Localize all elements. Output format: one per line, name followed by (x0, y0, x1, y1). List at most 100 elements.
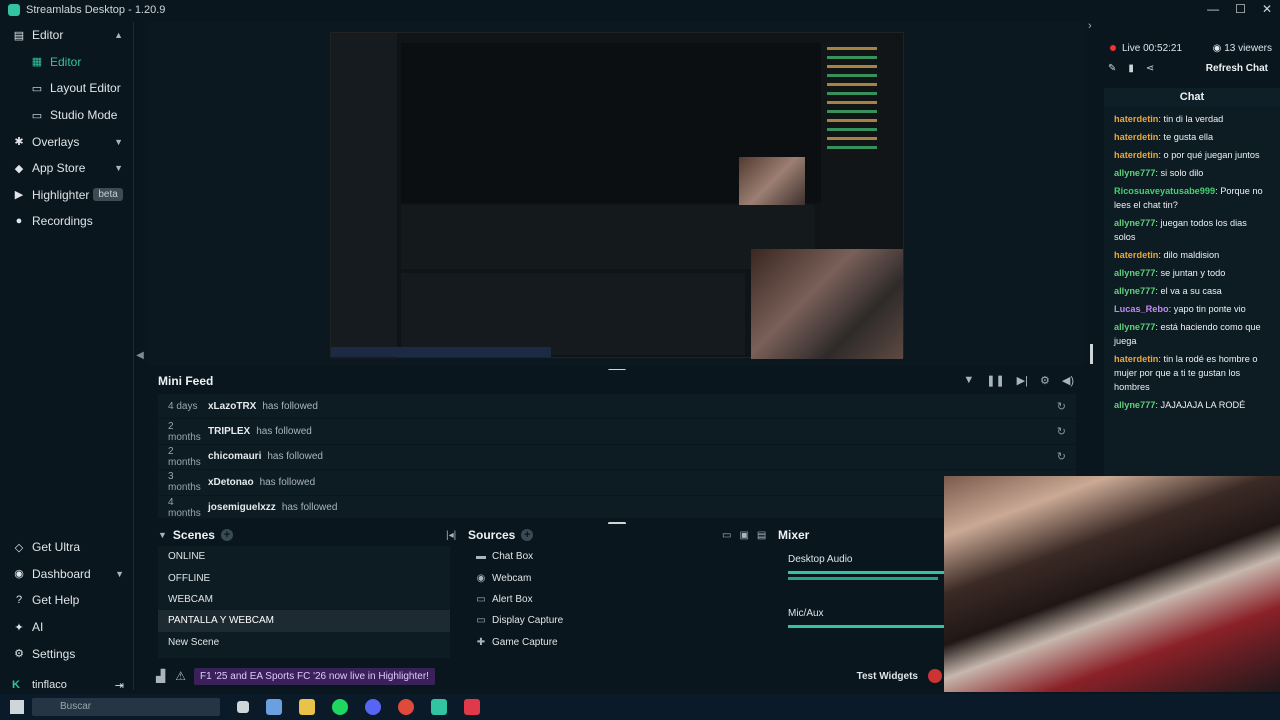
app-taskbar-icon[interactable] (464, 699, 480, 715)
sidebar-item-dashboard[interactable]: ◉ Dashboard ▼ (0, 561, 134, 588)
sidebar-item-editor-group[interactable]: ▤ Editor ▲ (0, 22, 133, 49)
discord-icon[interactable] (365, 699, 381, 715)
settings-icon[interactable]: ⚙ (1040, 374, 1050, 387)
add-scene-icon[interactable]: + (220, 529, 233, 541)
editor-icon: ▦ (31, 56, 43, 69)
test-widgets-button[interactable]: Test Widgets (857, 671, 918, 682)
sidebar-item-layout-editor[interactable]: ▭ Layout Editor (0, 75, 133, 102)
chat-text: yapo tin ponte vio (1173, 304, 1246, 314)
source-item[interactable]: ▬ Chat Box (466, 546, 764, 567)
filter-icon[interactable]: ▼ (963, 374, 974, 387)
chat-username[interactable]: Ricosuaveyatusabe999 (1114, 186, 1215, 196)
logout-icon[interactable]: ⇥ (115, 679, 124, 692)
ai-icon: ✦ (14, 621, 24, 634)
folder-icon[interactable]: ▭ (722, 530, 731, 541)
sidebar-item-label: Editor (50, 54, 82, 69)
feed-user: josemiguelxzz (208, 502, 276, 514)
chat-text: JAJAJAJA LA RODÉ (1160, 400, 1246, 410)
replay-icon[interactable]: ↻ (1057, 425, 1066, 438)
copilot-icon[interactable] (266, 699, 282, 715)
chat-username[interactable]: allyne777 (1114, 286, 1155, 296)
monitor-icon: ▭ (476, 615, 486, 627)
live-status: Live 00:52:21 (1122, 42, 1183, 54)
taskbar-search[interactable]: Buscar (32, 698, 220, 716)
minimize-icon[interactable]: — (1207, 2, 1219, 16)
chevron-right-icon[interactable]: › (1088, 20, 1092, 32)
scene-item[interactable]: OFFLINE (158, 567, 450, 588)
chevron-down-icon: ▼ (114, 163, 123, 174)
skip-icon[interactable]: ▶| (1017, 374, 1028, 387)
notification-banner[interactable]: F1 '25 and EA Sports FC '26 now live in … (194, 667, 435, 685)
windows-start-icon[interactable] (10, 700, 24, 714)
notifications-icon[interactable]: ⚠ (175, 669, 186, 683)
source-item[interactable]: ✚ Game Capture (466, 632, 764, 653)
gear-icon: ⚙ (14, 648, 24, 661)
group-icon[interactable]: ▣ (739, 530, 748, 541)
share-icon[interactable]: ⋖ (1146, 63, 1154, 74)
sidebar-item-get-help[interactable]: ? Get Help (0, 587, 134, 614)
overlays-icon: ✱ (14, 136, 24, 149)
spotify-icon[interactable] (332, 699, 348, 715)
chat-username[interactable]: Lucas_Rebo (1114, 304, 1169, 314)
chat-username[interactable]: haterdetin (1114, 132, 1158, 142)
chat-username[interactable]: allyne777 (1114, 322, 1155, 332)
live-dot-icon (1110, 45, 1116, 51)
volume-slider[interactable] (788, 577, 938, 580)
record-button[interactable] (928, 669, 942, 683)
mixer-channel-name: Mic/Aux (788, 608, 824, 619)
stats-icon[interactable]: ▟ (156, 669, 165, 683)
scene-item-selected[interactable]: PANTALLA Y WEBCAM (158, 610, 450, 632)
scene-item[interactable]: New Scene (158, 632, 450, 653)
task-view-icon[interactable] (237, 701, 249, 713)
source-item[interactable]: ▭ Alert Box (466, 589, 764, 610)
edit-icon[interactable]: ✎ (1108, 63, 1116, 74)
streamlabs-taskbar-icon[interactable] (431, 699, 447, 715)
scene-transitions-icon[interactable]: |◂| (446, 530, 456, 541)
stream-preview[interactable] (148, 22, 1084, 366)
sidebar-item-overlays[interactable]: ✱ Overlays ▼ (0, 128, 133, 155)
chat-username[interactable]: haterdetin (1114, 354, 1158, 364)
chat-username[interactable]: allyne777 (1114, 400, 1155, 410)
mixer-title: Mixer (778, 528, 810, 542)
nested-webcam-large (751, 249, 903, 359)
source-item[interactable]: ◉ Webcam (466, 567, 764, 588)
close-icon[interactable]: ✕ (1262, 2, 1272, 16)
maximize-icon[interactable]: ☐ (1235, 2, 1246, 16)
replay-icon[interactable]: ↻ (1057, 450, 1066, 463)
sidebar-item-editor[interactable]: ▦ Editor (0, 49, 133, 76)
sidebar-item-ai[interactable]: ✦ AI (0, 614, 134, 641)
replay-icon[interactable]: ↻ (1057, 400, 1066, 413)
sidebar-item-get-ultra[interactable]: ◇ Get Ultra (0, 534, 134, 561)
volume-icon[interactable]: ◀) (1062, 374, 1074, 387)
pause-icon[interactable]: ❚❚ (986, 374, 1004, 387)
sidebar-item-highlighter[interactable]: ▶ Highlighter beta (0, 182, 133, 209)
sidebar-item-recordings[interactable]: ● Recordings (0, 208, 133, 235)
sidebar-item-studio-mode[interactable]: ▭ Studio Mode (0, 102, 133, 129)
scene-item[interactable]: ONLINE (158, 546, 450, 567)
mini-feed-title: Mini Feed (158, 374, 214, 388)
source-item[interactable]: ▭ Display Capture (466, 610, 764, 631)
refresh-chat-button[interactable]: Refresh Chat (1206, 63, 1268, 74)
chat-username[interactable]: haterdetin (1114, 114, 1158, 124)
scene-item[interactable]: WEBCAM (158, 589, 450, 610)
chat-username[interactable]: haterdetin (1114, 250, 1158, 260)
copy-icon[interactable]: ▮ (1128, 63, 1134, 74)
chat-username[interactable]: allyne777 (1114, 168, 1155, 178)
file-explorer-icon[interactable] (299, 699, 315, 715)
collapse-sidebar-icon[interactable]: ◀ (134, 350, 146, 361)
add-source-icon[interactable]: + (521, 529, 534, 541)
chat-message: haterdetin: tin di la verdad (1114, 114, 1224, 124)
ultra-icon: ◇ (14, 541, 24, 554)
chat-username[interactable]: allyne777 (1114, 268, 1155, 278)
preview-resize-handle[interactable] (1090, 344, 1093, 364)
chrome-icon[interactable] (398, 699, 414, 715)
chevron-down-icon[interactable]: ▼ (158, 530, 167, 540)
sidebar-item-settings[interactable]: ⚙ Settings (0, 640, 134, 667)
chat-messages: haterdetin: tin di la verdad haterdetin: … (1104, 106, 1280, 418)
sources-title: Sources (468, 528, 516, 542)
chat-username[interactable]: haterdetin (1114, 150, 1158, 160)
sidebar-item-app-store[interactable]: ◆ App Store ▼ (0, 155, 133, 182)
chat-username[interactable]: allyne777 (1114, 218, 1155, 228)
list-item: 4 months josemiguelxzz has followed (158, 496, 1076, 521)
add-folder-icon[interactable]: ▤ (757, 530, 766, 541)
